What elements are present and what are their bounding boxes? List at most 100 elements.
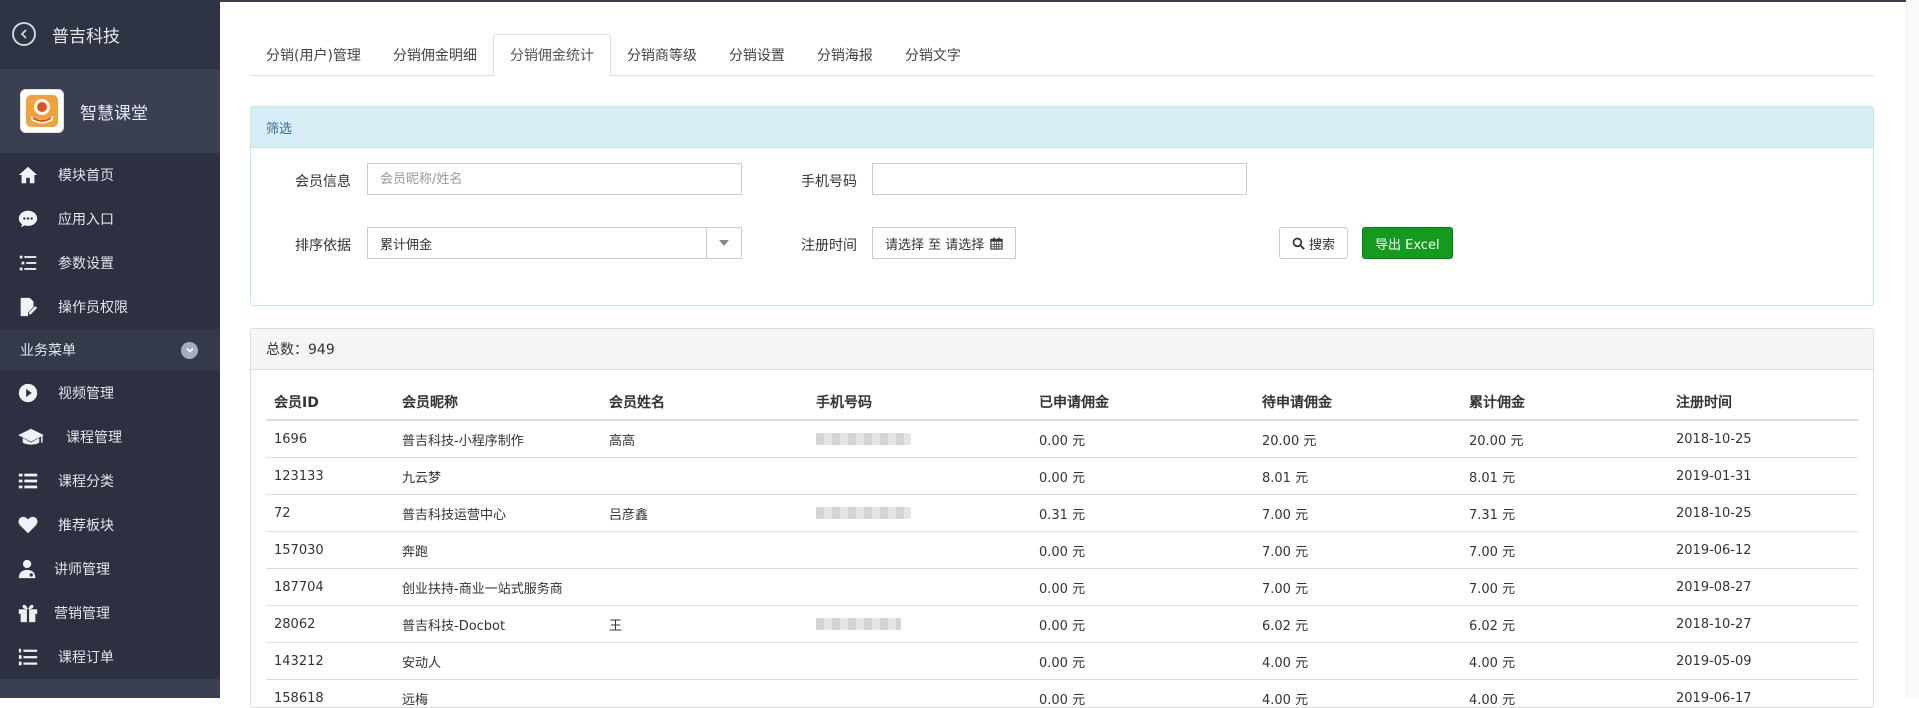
sidebar-item-label: 参数设置 — [58, 253, 114, 273]
col-member-id[interactable]: 会员ID — [266, 385, 394, 420]
tab-distribution-settings[interactable]: 分销设置 — [713, 34, 801, 75]
tab-commission-statistics[interactable]: 分销佣金统计 — [493, 34, 611, 76]
sidebar-item-recommend[interactable]: 推荐板块 — [0, 503, 220, 547]
cell-reg-time: 2018-10-25 — [1668, 495, 1858, 532]
table-row[interactable]: 1696 普吉科技-小程序制作 高高 0.00 元 20.00 元 20.00 … — [266, 420, 1858, 458]
col-register-time[interactable]: 注册时间 — [1668, 385, 1858, 420]
phone-label: 手机号码 — [801, 171, 857, 191]
cell-total: 6.02 元 — [1461, 606, 1668, 643]
col-pending-commission[interactable]: 待申请佣金 — [1254, 385, 1461, 420]
sidebar-item-video[interactable]: 视频管理 — [0, 371, 220, 415]
blurred-phone — [816, 507, 911, 519]
sidebar-item-course[interactable]: 课程管理 — [0, 415, 220, 459]
tab-commission-details[interactable]: 分销佣金明细 — [377, 34, 493, 75]
date-range-picker[interactable]: 请选择 至 请选择 — [872, 227, 1016, 259]
cell-pending: 7.00 元 — [1254, 569, 1461, 606]
export-excel-button[interactable]: 导出 Excel — [1362, 227, 1453, 259]
cell-reg-time: 2019-01-31 — [1668, 458, 1858, 495]
cell-pending: 4.00 元 — [1254, 643, 1461, 680]
col-member-name[interactable]: 会员姓名 — [601, 385, 808, 420]
table-row[interactable]: 28062 普吉科技-Docbot 王 0.00 元 6.02 元 6.02 元… — [266, 606, 1858, 643]
cell-total: 4.00 元 — [1461, 680, 1668, 708]
sidebar-item-label: 操作员权限 — [58, 297, 128, 317]
tab-distributor-management[interactable]: 分销(用户)管理 — [250, 34, 377, 75]
member-info-label: 会员信息 — [295, 171, 351, 191]
cell-member-id: 1696 — [266, 420, 394, 458]
table-row[interactable]: 123133 九云梦 0.00 元 8.01 元 8.01 元 2019-01-… — [266, 458, 1858, 495]
cell-phone — [808, 680, 1031, 708]
sidebar: 普吉科技 智慧课堂 模块首页 应用入口 — [0, 0, 220, 698]
filter-panel: 筛选 会员信息 手机号码 排序依据 累计佣金 注册时间 请选择 至 请选择 — [250, 106, 1874, 306]
sort-by-select[interactable]: 累计佣金 — [367, 227, 742, 259]
caret-down-icon — [706, 228, 741, 258]
cell-member-nick: 创业扶持-商业一站式服务商 — [394, 569, 601, 606]
ordered-list-icon — [16, 645, 40, 669]
cell-applied: 0.31 元 — [1031, 495, 1254, 532]
filter-panel-title: 筛选 — [251, 107, 1873, 148]
cell-member-id: 143212 — [266, 643, 394, 680]
sidebar-group-label: 业务菜单 — [20, 340, 76, 360]
sidebar-item-course-category[interactable]: 课程分类 — [0, 459, 220, 503]
page-scrollbar[interactable] — [1906, 0, 1919, 698]
cell-total: 7.31 元 — [1461, 495, 1668, 532]
table-row[interactable]: 157030 奔跑 0.00 元 7.00 元 7.00 元 2019-06-1… — [266, 532, 1858, 569]
cell-applied: 0.00 元 — [1031, 458, 1254, 495]
col-applied-commission[interactable]: 已申请佣金 — [1031, 385, 1254, 420]
reg-time-label: 注册时间 — [801, 235, 857, 255]
table-row[interactable]: 187704 创业扶持-商业一站式服务商 0.00 元 7.00 元 7.00 … — [266, 569, 1858, 606]
sort-by-value: 累计佣金 — [368, 234, 706, 253]
cell-member-id: 123133 — [266, 458, 394, 495]
cell-phone — [808, 458, 1031, 495]
cell-member-name: 吕彦鑫 — [601, 495, 808, 532]
cell-pending: 6.02 元 — [1254, 606, 1461, 643]
search-icon — [1292, 237, 1305, 250]
chevron-down-icon[interactable] — [181, 342, 198, 359]
main-content: 分销(用户)管理 分销佣金明细 分销佣金统计 分销商等级 分销设置 分销海报 分… — [220, 0, 1919, 698]
sidebar-item-marketing[interactable]: 营销管理 — [0, 591, 220, 635]
cell-member-name: 王 — [601, 606, 808, 643]
phone-input[interactable] — [872, 163, 1247, 195]
graduation-cap-icon — [16, 425, 46, 449]
play-circle-icon — [16, 381, 40, 405]
cell-total: 4.00 元 — [1461, 643, 1668, 680]
tab-distribution-poster[interactable]: 分销海报 — [801, 34, 889, 75]
table-row[interactable]: 158618 远梅 0.00 元 4.00 元 4.00 元 2019-06-1… — [266, 680, 1858, 708]
sidebar-item-course-order[interactable]: 课程订单 — [0, 635, 220, 679]
sidebar-item-label: 讲师管理 — [54, 559, 110, 579]
cell-member-name — [601, 532, 808, 569]
col-phone[interactable]: 手机号码 — [808, 385, 1031, 420]
search-button[interactable]: 搜索 — [1279, 227, 1348, 259]
col-total-commission[interactable]: 累计佣金 — [1461, 385, 1668, 420]
back-arrow-icon[interactable] — [12, 22, 36, 46]
chat-bubble-icon — [16, 207, 40, 231]
member-info-input[interactable] — [367, 163, 742, 195]
cell-member-id: 158618 — [266, 680, 394, 708]
sidebar-item-module-home[interactable]: 模块首页 — [0, 153, 220, 197]
sidebar-item-app-entry[interactable]: 应用入口 — [0, 197, 220, 241]
company-title: 普吉科技 — [52, 22, 120, 47]
cell-phone — [808, 569, 1031, 606]
col-member-nick[interactable]: 会员昵称 — [394, 385, 601, 420]
sidebar-item-operator-permissions[interactable]: 操作员权限 — [0, 285, 220, 329]
cell-reg-time: 2018-10-27 — [1668, 606, 1858, 643]
search-button-label: 搜索 — [1309, 234, 1335, 253]
table-row[interactable]: 143212 安动人 0.00 元 4.00 元 4.00 元 2019-05-… — [266, 643, 1858, 680]
cell-applied: 0.00 元 — [1031, 680, 1254, 708]
list-settings-icon — [16, 251, 40, 275]
cell-pending: 20.00 元 — [1254, 420, 1461, 458]
tab-distribution-text[interactable]: 分销文字 — [889, 34, 977, 75]
cell-reg-time: 2018-10-25 — [1668, 420, 1858, 458]
sidebar-item-label: 营销管理 — [54, 603, 110, 623]
table-row[interactable]: 72 普吉科技运营中心 吕彦鑫 0.31 元 7.00 元 7.31 元 201… — [266, 495, 1858, 532]
sidebar-item-param-settings[interactable]: 参数设置 — [0, 241, 220, 285]
sidebar-item-teacher[interactable]: 讲师管理 — [0, 547, 220, 591]
cell-member-nick: 普吉科技-Docbot — [394, 606, 601, 643]
tab-distributor-levels[interactable]: 分销商等级 — [611, 34, 713, 75]
commission-table: 会员ID 会员昵称 会员姓名 手机号码 已申请佣金 待申请佣金 累计佣金 注册时… — [266, 385, 1858, 708]
cell-member-id: 187704 — [266, 569, 394, 606]
cell-member-nick: 安动人 — [394, 643, 601, 680]
sidebar-item-label: 推荐板块 — [58, 515, 114, 535]
sidebar-group-business[interactable]: 业务菜单 — [0, 329, 220, 371]
cell-applied: 0.00 元 — [1031, 569, 1254, 606]
list-icon — [16, 469, 40, 493]
